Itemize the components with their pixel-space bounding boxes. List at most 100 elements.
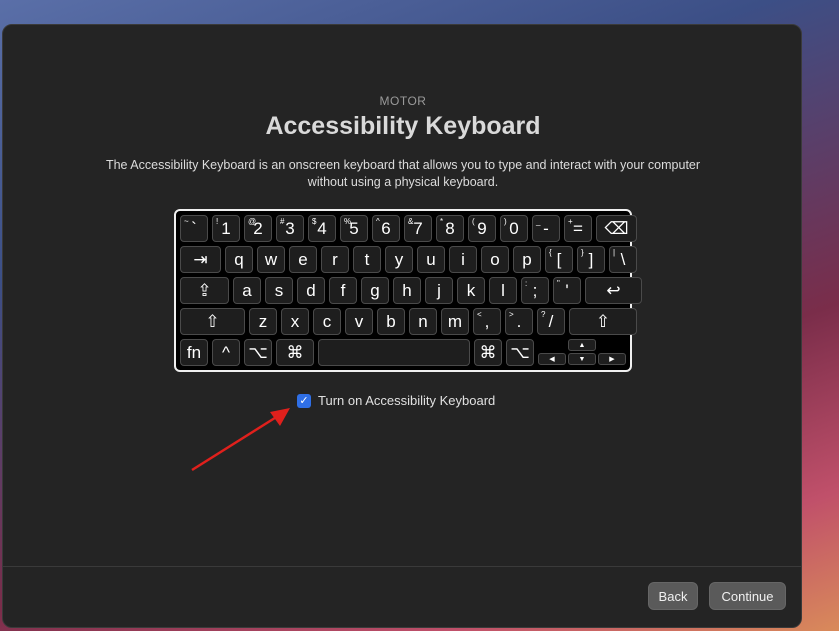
key-label: n	[418, 311, 428, 331]
key-label: h	[402, 280, 412, 300]
keyboard-key: % 5	[340, 215, 368, 242]
key-label: k	[466, 280, 476, 300]
keyboard-key: }]	[577, 246, 605, 273]
keyboard-key: g	[361, 277, 389, 304]
key-label: r	[332, 249, 338, 269]
keyboard-key: p	[513, 246, 541, 273]
key-secondary-label: ?	[541, 310, 546, 319]
key-label: 0	[509, 218, 519, 238]
keyboard-row-2: ⇥ q w e r t y u i o p{[}] | \	[180, 246, 637, 273]
key-label: ↩	[606, 280, 621, 300]
space-key	[318, 339, 470, 366]
keyboard-key: ⇧	[180, 308, 245, 335]
keyboard-key: ⇪	[180, 277, 229, 304]
key-label: [	[556, 249, 562, 269]
key-label: ;	[532, 280, 538, 300]
key-label: q	[234, 249, 244, 269]
key-label: l	[501, 280, 505, 300]
key-secondary-label: #	[280, 217, 285, 226]
keyboard-key: {[	[545, 246, 573, 273]
keyboard-key: e	[289, 246, 317, 273]
key-secondary-label: :	[525, 279, 528, 288]
keyboard-key: u	[417, 246, 445, 273]
keyboard-key: <,	[473, 308, 501, 335]
key-label: ,	[484, 311, 490, 331]
back-button[interactable]: Back	[648, 582, 698, 610]
keyboard-row-5: fn ^ ⌥ ⌘ ⌘ ⌥ ▲ ◀ ▼ ▶	[180, 339, 634, 366]
key-label: 4	[317, 218, 327, 238]
keyboard-key: ⌥	[506, 339, 534, 366]
key-label: 1	[221, 218, 231, 238]
keyboard-key: q	[225, 246, 253, 273]
keyboard-key: @2	[244, 215, 272, 242]
key-secondary-label: !	[216, 217, 219, 226]
key-label: ⌥	[510, 342, 530, 362]
keyboard-key: $4	[308, 215, 336, 242]
key-secondary-label: _	[536, 217, 541, 226]
key-label: z	[258, 311, 268, 331]
key-label: fn	[186, 342, 202, 362]
key-secondary-label: }	[581, 248, 584, 257]
key-label: d	[306, 280, 316, 300]
arrow-left-icon: ◀	[538, 353, 566, 365]
keyboard-key: r	[321, 246, 349, 273]
key-label: /	[548, 311, 554, 331]
keyboard-key: ) 0	[500, 215, 528, 242]
key-label: x	[290, 311, 300, 331]
key-label: 7	[413, 218, 423, 238]
keyboard-key: ⌘	[276, 339, 314, 366]
continue-button[interactable]: Continue	[709, 582, 786, 610]
keyboard-key: (9	[468, 215, 496, 242]
key-secondary-label: @	[248, 217, 257, 226]
checkbox[interactable]: ✓	[297, 393, 311, 408]
arrow-down-icon: ▼	[568, 353, 596, 365]
key-secondary-label: ^	[376, 217, 380, 226]
keyboard-key: ⌘	[474, 339, 502, 366]
key-label: s	[274, 280, 284, 300]
key-label: b	[386, 311, 396, 331]
keyboard-key: z	[249, 308, 277, 335]
accessibility-keyboard-toggle[interactable]: ✓ Turn on Accessibility Keyboard	[297, 393, 495, 408]
keyboard-row-1: ~ `! 1 @2 #3 $4% 5 ^ 6 & 7 * 8(9) 0 _ - + = ⌫	[180, 215, 637, 242]
key-secondary-label: $	[312, 217, 317, 226]
key-secondary-label: %	[344, 217, 352, 226]
keyboard-key: ^ 6	[372, 215, 400, 242]
keyboard-key: x	[281, 308, 309, 335]
key-secondary-label: ~	[184, 217, 189, 226]
key-label: w	[264, 249, 278, 269]
keyboard-key: k	[457, 277, 485, 304]
key-label: 6	[381, 218, 391, 238]
key-secondary-label: {	[549, 248, 552, 257]
key-label: ]	[588, 249, 594, 269]
page-description: The Accessibility Keyboard is an onscree…	[105, 158, 701, 189]
key-label: j	[437, 280, 441, 300]
keyboard-key: t	[353, 246, 381, 273]
arrow-right-icon: ▶	[598, 353, 626, 365]
key-secondary-label: &	[408, 217, 414, 226]
key-label: =	[573, 218, 583, 238]
keyboard-key: j	[425, 277, 453, 304]
key-label: o	[490, 249, 500, 269]
keyboard-key: + =	[564, 215, 592, 242]
key-label: ⌥	[248, 342, 268, 362]
keyboard-key: | \	[609, 246, 637, 273]
key-label: 9	[477, 218, 487, 238]
keyboard-key: b	[377, 308, 405, 335]
keyboard-key: ^	[212, 339, 240, 366]
key-secondary-label: "	[557, 279, 560, 288]
key-label: ^	[222, 342, 230, 362]
keyboard-key: h	[393, 277, 421, 304]
key-label: t	[364, 249, 370, 269]
key-label: .	[516, 311, 522, 331]
checkbox-label[interactable]: Turn on Accessibility Keyboard	[318, 393, 495, 408]
keyboard-key: s	[265, 277, 293, 304]
setup-window: MOTOR Accessibility Keyboard The Accessi…	[2, 24, 802, 628]
key-label: ⇧	[205, 311, 220, 331]
keyboard-key: ? /	[537, 308, 565, 335]
key-label: 8	[445, 218, 455, 238]
key-label: ⇥	[193, 249, 208, 269]
keyboard-key: #3	[276, 215, 304, 242]
arrow-keys: ▲ ◀ ▼ ▶	[538, 339, 634, 366]
keyboard-key: " '	[553, 277, 581, 304]
key-label: e	[298, 249, 308, 269]
